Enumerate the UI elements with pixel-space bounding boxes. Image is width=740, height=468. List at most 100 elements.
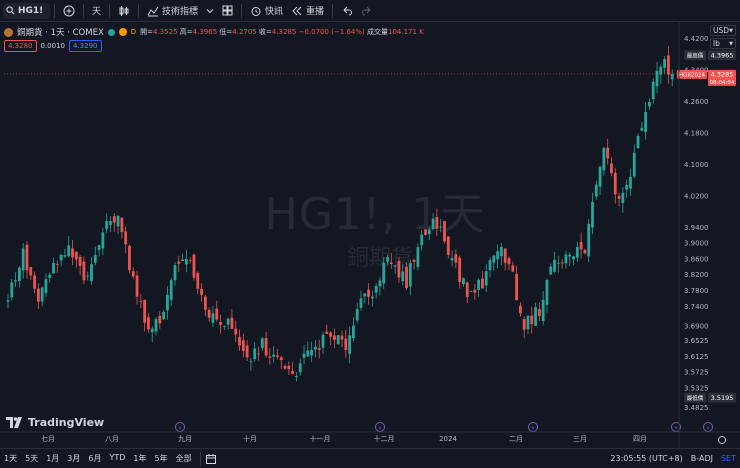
candle-body[interactable]	[636, 135, 640, 149]
candle-body[interactable]	[314, 346, 317, 350]
candle-body[interactable]	[393, 265, 397, 267]
candle-body[interactable]	[549, 266, 553, 275]
candle-body[interactable]	[503, 248, 507, 263]
candle-body[interactable]	[367, 289, 370, 297]
period-4[interactable]: 6月	[84, 453, 105, 464]
date-range-icon[interactable]	[205, 453, 217, 465]
candle-body[interactable]	[302, 353, 306, 358]
candle-body[interactable]	[363, 293, 367, 297]
candle-body[interactable]	[63, 255, 67, 257]
candle-body[interactable]	[473, 289, 477, 293]
candle-body[interactable]	[625, 184, 629, 190]
candle-body[interactable]	[526, 315, 530, 330]
period-7[interactable]: 5年	[151, 453, 172, 464]
candle-body[interactable]	[575, 246, 579, 258]
candle-body[interactable]	[670, 73, 674, 80]
candle-body[interactable]	[340, 335, 344, 340]
candle-body[interactable]	[591, 202, 594, 228]
candle-body[interactable]	[283, 365, 287, 369]
candle-body[interactable]	[598, 166, 602, 187]
candle-body[interactable]	[14, 280, 17, 282]
candle-body[interactable]	[112, 216, 116, 223]
candle-body[interactable]	[147, 317, 150, 330]
session-toggle[interactable]: SET	[717, 454, 740, 463]
candle-body[interactable]	[492, 255, 496, 263]
candle-body[interactable]	[276, 355, 279, 358]
candle-body[interactable]	[477, 279, 481, 290]
candle-body[interactable]	[131, 271, 135, 277]
candle-body[interactable]	[594, 184, 598, 197]
candle-body[interactable]	[336, 335, 340, 345]
redo-button[interactable]	[357, 2, 377, 20]
candle-body[interactable]	[405, 266, 408, 289]
candle-body[interactable]	[469, 290, 473, 292]
candle-body[interactable]	[530, 315, 534, 325]
candle-body[interactable]	[606, 147, 610, 159]
candle-body[interactable]	[67, 245, 71, 257]
period-6[interactable]: 1年	[129, 453, 150, 464]
candle-body[interactable]	[556, 263, 560, 264]
period-0[interactable]: 1天	[0, 453, 21, 464]
candle-body[interactable]	[116, 215, 120, 227]
candle-body[interactable]	[78, 256, 82, 266]
candle-body[interactable]	[507, 258, 511, 265]
candle-body[interactable]	[249, 361, 253, 363]
candle-body[interactable]	[435, 217, 439, 229]
undo-button[interactable]	[337, 2, 357, 20]
candle-body[interactable]	[128, 245, 131, 271]
candle-body[interactable]	[29, 267, 33, 276]
candle-body[interactable]	[439, 226, 443, 228]
candle-body[interactable]	[253, 348, 257, 360]
candle-body[interactable]	[105, 220, 109, 230]
candle-body[interactable]	[17, 267, 21, 281]
candle-body[interactable]	[150, 328, 154, 333]
candle-body[interactable]	[321, 334, 325, 348]
candle-body[interactable]	[651, 81, 655, 100]
candle-body[interactable]	[370, 296, 374, 299]
candle-body[interactable]	[241, 340, 245, 351]
candle-body[interactable]	[203, 296, 207, 310]
candle-body[interactable]	[518, 305, 522, 314]
period-5[interactable]: YTD	[105, 453, 129, 464]
candle-body[interactable]	[481, 278, 484, 289]
candle-body[interactable]	[264, 338, 268, 356]
candle-body[interactable]	[52, 262, 55, 274]
candle-body[interactable]	[230, 317, 234, 329]
candle-body[interactable]	[166, 294, 169, 311]
candle-body[interactable]	[629, 176, 632, 189]
candle-body[interactable]	[427, 229, 431, 235]
candle-body[interactable]	[279, 357, 283, 361]
candle-body[interactable]	[667, 55, 670, 75]
candle-body[interactable]	[222, 325, 226, 327]
candle-body[interactable]	[378, 280, 382, 287]
candle-body[interactable]	[568, 254, 572, 257]
candle-body[interactable]	[515, 274, 518, 301]
candle-body[interactable]	[610, 163, 613, 174]
candle-body[interactable]	[500, 247, 503, 257]
candle-body[interactable]	[522, 318, 526, 330]
candle-body[interactable]	[120, 217, 124, 233]
candle-body[interactable]	[21, 248, 25, 271]
candle-body[interactable]	[40, 287, 44, 302]
gear-icon[interactable]	[718, 436, 726, 444]
candle-body[interactable]	[564, 254, 568, 264]
candle-body[interactable]	[389, 262, 393, 264]
candle-body[interactable]	[431, 218, 435, 229]
candle-body[interactable]	[348, 335, 351, 354]
candle-body[interactable]	[572, 256, 575, 260]
candle-body[interactable]	[59, 254, 63, 261]
currency-select[interactable]: USD ▼	[710, 25, 736, 36]
candle-body[interactable]	[648, 102, 651, 107]
candle-body[interactable]	[169, 280, 173, 300]
candle-body[interactable]	[541, 299, 545, 322]
candle-body[interactable]	[412, 259, 416, 262]
candle-body[interactable]	[511, 265, 515, 272]
adj-toggle[interactable]: B-ADJ	[687, 454, 717, 463]
candle-body[interactable]	[82, 261, 86, 281]
candle-body[interactable]	[124, 231, 128, 245]
candle-body[interactable]	[655, 70, 659, 87]
candle-body[interactable]	[632, 152, 636, 177]
candle-body[interactable]	[382, 262, 386, 284]
candle-body[interactable]	[306, 350, 310, 357]
candle-body[interactable]	[401, 271, 405, 282]
